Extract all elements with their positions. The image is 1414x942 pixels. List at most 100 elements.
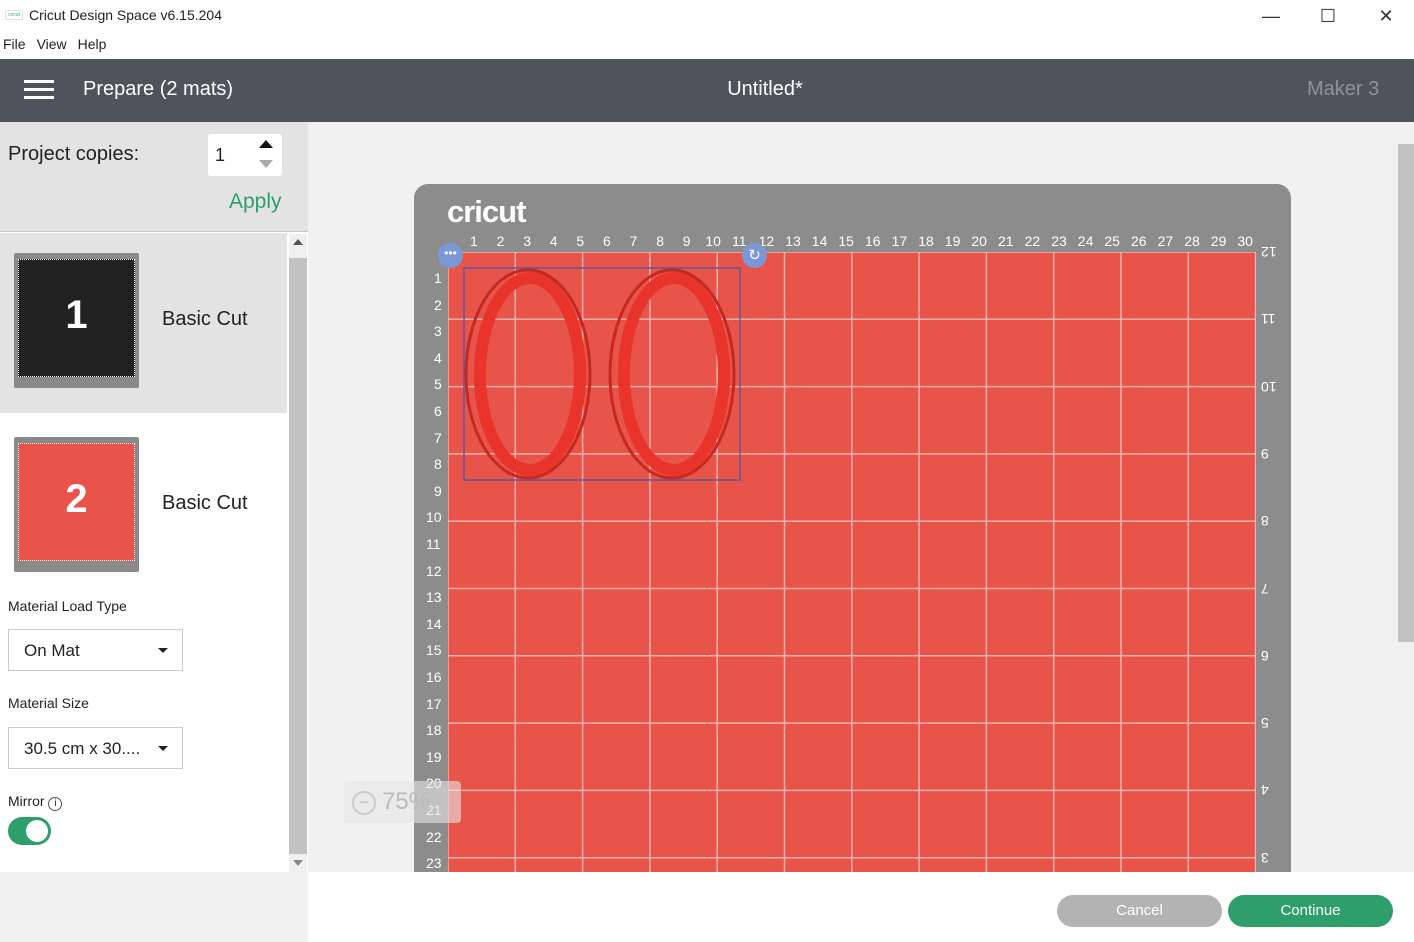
canvas-scrollbar[interactable] xyxy=(1398,122,1414,872)
ruler-tick-right: 6 xyxy=(1261,647,1269,664)
ruler-tick-top: 29 xyxy=(1210,233,1227,249)
chevron-down-icon xyxy=(158,746,168,751)
increment-icon[interactable] xyxy=(259,140,273,148)
ruler-tick-right: 12 xyxy=(1261,244,1277,260)
mat-thumbnail: 2 xyxy=(14,437,139,572)
copies-value[interactable]: 1 xyxy=(215,145,225,166)
ruler-tick-left: 17 xyxy=(426,695,442,712)
ruler-tick-top: 25 xyxy=(1104,233,1120,249)
mat-item-1[interactable]: 1 Basic Cut xyxy=(0,233,287,413)
project-copies-label: Project copies: xyxy=(8,143,140,165)
mat-item-2[interactable]: 2 Basic Cut xyxy=(0,413,287,583)
ruler-tick-top: 15 xyxy=(838,233,854,249)
material-size-value: 30.5 cm x 30.... xyxy=(24,739,141,758)
ruler-tick-top: 14 xyxy=(811,233,828,249)
ruler-tick-left: 8 xyxy=(434,456,442,473)
scroll-up-icon[interactable] xyxy=(293,239,303,245)
ruler-tick-top: 30 xyxy=(1237,233,1253,249)
ruler-tick-right: 7 xyxy=(1261,580,1269,597)
zoom-control: −75% xyxy=(344,781,461,823)
ruler-tick-left: 5 xyxy=(434,376,442,393)
ruler-tick-top: 16 xyxy=(865,233,881,249)
continue-button[interactable]: Continue xyxy=(1228,895,1393,927)
ruler-tick-left: 22 xyxy=(426,828,442,845)
sidebar-scrollbar[interactable] xyxy=(289,234,307,872)
decrement-icon[interactable] xyxy=(259,160,273,168)
apply-button[interactable]: Apply xyxy=(229,190,282,214)
ruler-tick-top: 9 xyxy=(682,233,691,249)
menu-file[interactable]: File xyxy=(3,36,26,52)
ruler-tick-top: 3 xyxy=(523,233,531,249)
ruler-tick-top: 19 xyxy=(944,233,961,249)
menu-bar: File View Help xyxy=(0,36,114,58)
scroll-thumb[interactable] xyxy=(289,258,307,854)
material-size-select[interactable]: 30.5 cm x 30.... xyxy=(8,727,183,769)
ruler-tick-left: 6 xyxy=(434,403,442,419)
menu-view[interactable]: View xyxy=(37,36,67,52)
ruler-tick-top: 26 xyxy=(1131,233,1147,249)
ruler-tick-left: 15 xyxy=(426,642,442,659)
app-logo: cricut xyxy=(5,10,23,20)
ruler-tick-left: 7 xyxy=(434,429,442,446)
ruler-tick-left: 12 xyxy=(426,562,442,579)
ruler-tick-right: 11 xyxy=(1261,311,1276,328)
ruler-tick-top: 17 xyxy=(891,233,908,249)
material-size-label: Material Size xyxy=(8,695,89,711)
ruler-tick-left: 10 xyxy=(426,509,442,526)
ruler-tick-right: 4 xyxy=(1261,782,1269,799)
ruler-tick-top: 10 xyxy=(705,233,721,249)
ruler-tick-left: 9 xyxy=(434,482,442,499)
project-name: Untitled* xyxy=(727,78,803,100)
minimize-icon[interactable]: — xyxy=(1248,2,1294,30)
ruler-tick-top: 22 xyxy=(1024,233,1041,249)
mirror-label: Mirror i xyxy=(8,793,63,811)
ruler-tick-left: 19 xyxy=(426,748,442,765)
close-icon[interactable]: ✕ xyxy=(1363,2,1409,30)
ruler-tick-top: 21 xyxy=(998,233,1014,249)
scroll-thumb[interactable] xyxy=(1398,144,1414,642)
ruler-tick-top: 27 xyxy=(1157,233,1174,249)
ruler-tick-left: 13 xyxy=(426,589,442,606)
mat-label: Basic Cut xyxy=(162,492,248,514)
ruler-tick-top: 5 xyxy=(576,233,585,249)
scroll-down-icon[interactable] xyxy=(293,860,303,866)
machine-name[interactable]: Maker 3 xyxy=(1307,78,1379,101)
ruler-tick-right: 8 xyxy=(1261,513,1269,530)
ruler-tick-top: 8 xyxy=(656,233,664,249)
more-options-icon[interactable]: ••• xyxy=(438,243,463,268)
zoom-level: 75% xyxy=(382,788,431,815)
ruler-tick-top: 20 xyxy=(971,233,987,249)
rotate-icon[interactable]: ↻ xyxy=(742,243,767,268)
ruler-tick-left: 11 xyxy=(426,536,441,552)
ruler-tick-right: 5 xyxy=(1261,715,1269,732)
info-icon[interactable]: i xyxy=(48,797,63,811)
cancel-button[interactable]: Cancel xyxy=(1057,895,1222,927)
zoom-out-icon[interactable]: − xyxy=(352,790,376,815)
mat-thumbnail: 1 xyxy=(14,253,139,388)
ruler-tick-top: 4 xyxy=(549,233,558,249)
mirror-toggle[interactable] xyxy=(8,817,51,845)
mat-label: Basic Cut xyxy=(162,308,248,330)
material-load-label: Material Load Type xyxy=(8,598,127,614)
title-bar: cricut Cricut Design Space v6.15.204 — ☐… xyxy=(0,0,1414,32)
ruler-tick-right: 9 xyxy=(1261,445,1269,462)
chevron-down-icon xyxy=(158,648,168,653)
ruler-tick-top: 24 xyxy=(1077,233,1094,249)
ruler-tick-top: 28 xyxy=(1184,233,1200,249)
design-oval-pair[interactable] xyxy=(448,252,768,492)
menu-help[interactable]: Help xyxy=(78,36,107,52)
maximize-icon[interactable]: ☐ xyxy=(1305,2,1351,30)
ruler-tick-top: 7 xyxy=(629,233,638,249)
menu-icon[interactable] xyxy=(24,80,54,100)
ruler-tick-top: 6 xyxy=(603,233,611,249)
ruler-tick-left: 2 xyxy=(434,296,442,313)
ruler-tick-left: 23 xyxy=(426,855,442,872)
material-load-value: On Mat xyxy=(24,641,80,660)
ruler-tick-left: 1 xyxy=(434,270,442,286)
header: Prepare (2 mats) Untitled* Maker 3 xyxy=(0,59,1414,122)
ruler-tick-left: 4 xyxy=(434,349,442,366)
copies-stepper[interactable]: 1 xyxy=(208,134,282,176)
ruler-tick-right: 3 xyxy=(1261,849,1269,866)
cricut-logo: cricut xyxy=(447,194,526,229)
material-load-select[interactable]: On Mat xyxy=(8,629,183,671)
